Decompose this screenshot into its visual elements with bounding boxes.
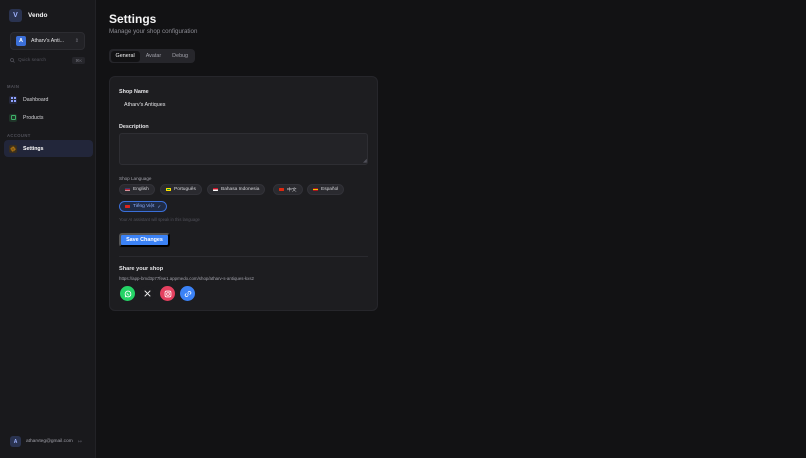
page-title: Settings bbox=[109, 12, 157, 26]
shop-selector-name: Atharv's Anti... bbox=[31, 38, 64, 44]
sidebar-item-dashboard[interactable]: Dashboard bbox=[4, 91, 93, 108]
language-option-label: Português bbox=[174, 187, 196, 192]
grid-icon bbox=[9, 95, 17, 104]
tab-general[interactable]: General bbox=[110, 50, 140, 62]
flag-icon bbox=[166, 187, 171, 192]
settings-tabs: General Avatar Debug bbox=[109, 49, 195, 63]
whatsapp-icon bbox=[124, 290, 131, 297]
tab-avatar[interactable]: Avatar bbox=[141, 51, 166, 62]
language-option-portugues[interactable]: Português bbox=[160, 184, 202, 195]
sidebar-item-label: Dashboard bbox=[23, 96, 49, 103]
chevron-up-down-icon: ⇕ bbox=[74, 37, 79, 44]
box-icon bbox=[9, 113, 17, 122]
x-share-button[interactable] bbox=[140, 286, 155, 301]
sidebar-item-label: Products bbox=[23, 114, 44, 121]
user-avatar: A bbox=[10, 436, 21, 447]
share-url[interactable]: https://app-bmd3p77few1.appmedo.com/shop… bbox=[119, 276, 254, 281]
language-option-bahasa-indonesia[interactable]: Bahasa Indonesia bbox=[207, 184, 266, 195]
brand-logo-icon: V bbox=[9, 9, 22, 22]
language-option-label: Español bbox=[321, 187, 339, 192]
user-profile[interactable]: A atharvteg@gmail.com ↦ bbox=[10, 436, 82, 447]
share-title: Share your shop bbox=[119, 266, 164, 272]
language-option-chinese[interactable]: 中文 bbox=[273, 184, 303, 195]
shop-language-label: Shop Language bbox=[119, 176, 152, 181]
flag-icon bbox=[279, 187, 284, 192]
gear-icon bbox=[9, 144, 17, 153]
shop-name-input[interactable]: Atharv's Antiques bbox=[119, 99, 368, 111]
search-icon bbox=[10, 58, 15, 63]
description-textarea[interactable] bbox=[119, 133, 368, 165]
language-option-espanol[interactable]: Español bbox=[307, 184, 345, 195]
quick-search[interactable]: Quick search ⌘K bbox=[10, 55, 85, 66]
divider bbox=[119, 256, 368, 257]
language-option-label: Bahasa Indonesia bbox=[221, 187, 260, 192]
language-option-label: 中文 bbox=[287, 188, 297, 193]
page-subtitle: Manage your shop configuration bbox=[109, 28, 198, 35]
general-settings-card: Shop Name Atharv's Antiques Description … bbox=[109, 76, 378, 311]
check-icon: ✓ bbox=[157, 203, 162, 209]
section-label-account: ACCOUNT bbox=[7, 133, 31, 138]
flag-icon bbox=[125, 204, 130, 209]
shop-selector[interactable]: A Atharv's Anti... ⇕ bbox=[10, 32, 85, 50]
brand-name: Vendo bbox=[28, 12, 48, 19]
sidebar-item-products[interactable]: Products bbox=[4, 109, 93, 126]
instagram-share-button[interactable] bbox=[160, 286, 175, 301]
copy-link-button[interactable] bbox=[180, 286, 195, 301]
section-label-main: MAIN bbox=[7, 84, 20, 89]
language-option-tieng-viet[interactable]: Tiếng Việt ✓ bbox=[119, 201, 168, 212]
shop-name-label: Shop Name bbox=[119, 89, 149, 95]
quick-search-shortcut: ⌘K bbox=[72, 57, 85, 64]
brand[interactable]: V Vendo bbox=[9, 9, 48, 22]
instagram-icon bbox=[164, 290, 171, 297]
x-icon bbox=[144, 290, 151, 297]
language-option-label: Tiếng Việt bbox=[133, 204, 155, 209]
resize-grip-icon[interactable]: ◢ bbox=[363, 159, 376, 309]
language-option-english[interactable]: English bbox=[119, 184, 155, 195]
shop-avatar: A bbox=[16, 36, 26, 46]
flag-icon bbox=[125, 187, 130, 192]
description-label: Description bbox=[119, 124, 149, 130]
sidebar-item-settings[interactable]: Settings bbox=[4, 140, 93, 157]
flag-icon bbox=[213, 187, 218, 192]
sidebar-item-label: Settings bbox=[23, 145, 44, 152]
language-help-text: Your AI assistant will speak in this lan… bbox=[119, 217, 200, 222]
quick-search-placeholder: Quick search bbox=[18, 58, 46, 63]
tab-debug[interactable]: Debug bbox=[167, 51, 193, 62]
language-option-label: English bbox=[133, 187, 149, 192]
link-icon bbox=[184, 290, 191, 297]
save-changes-button[interactable]: Save Changes bbox=[119, 233, 170, 247]
whatsapp-share-button[interactable] bbox=[120, 286, 135, 301]
flag-icon bbox=[313, 187, 318, 192]
logout-icon[interactable]: ↦ bbox=[78, 439, 82, 445]
user-email: atharvteg@gmail.com bbox=[26, 439, 73, 444]
sidebar: V Vendo A Atharv's Anti... ⇕ Quick searc… bbox=[0, 0, 96, 458]
